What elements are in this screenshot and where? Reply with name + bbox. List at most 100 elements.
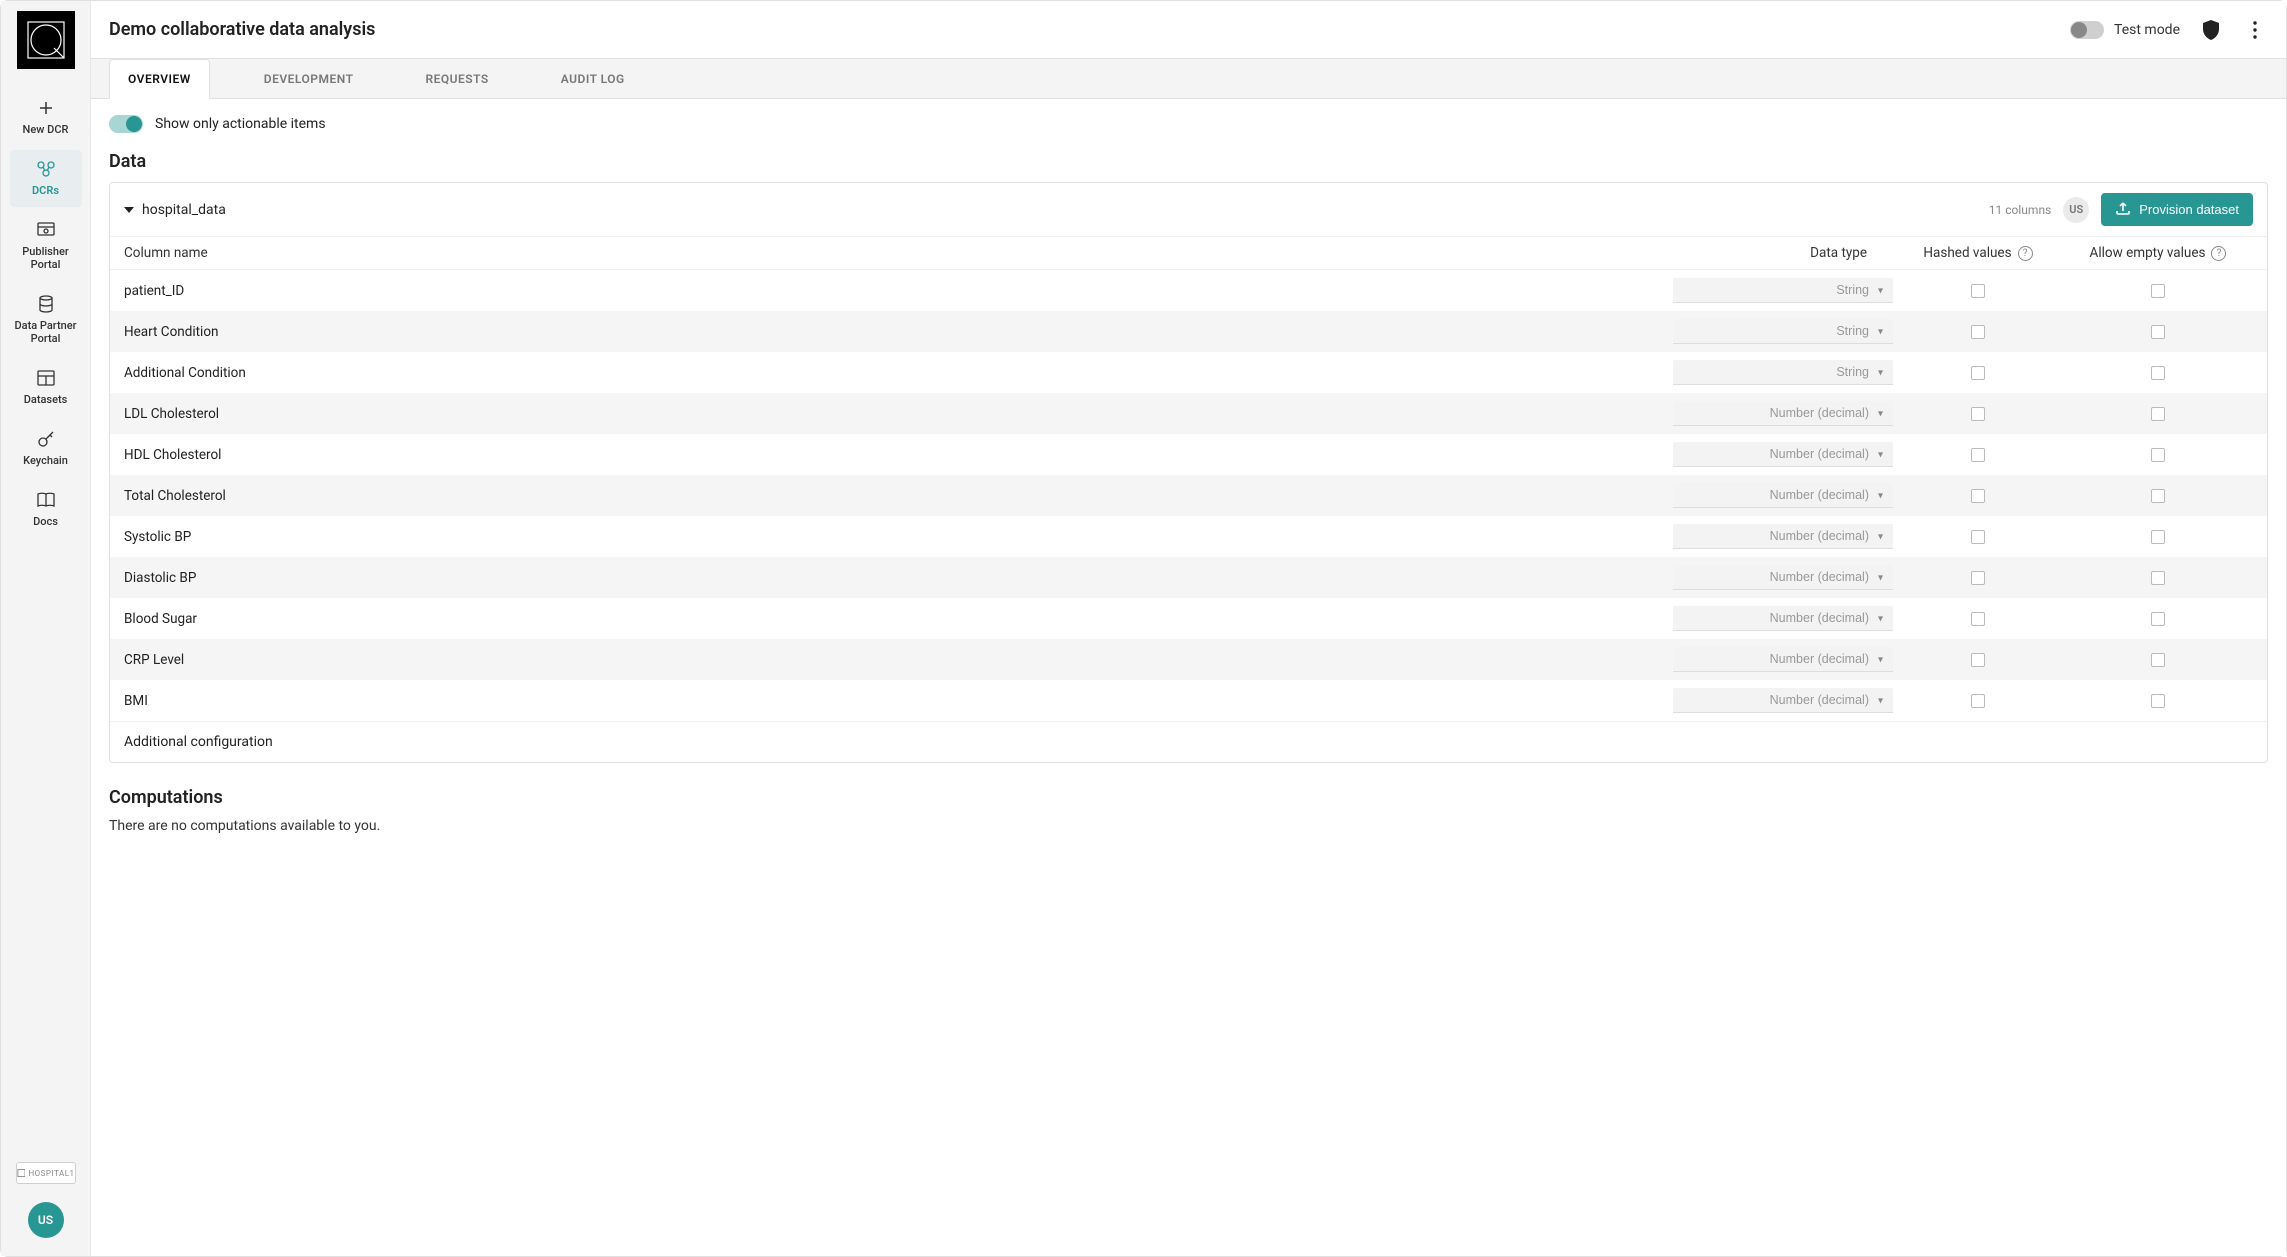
data-type-cell: ▾: [1673, 401, 1893, 426]
table-row: Additional Condition▾: [110, 352, 2267, 393]
tab-label: OVERVIEW: [128, 72, 191, 86]
hashed-checkbox[interactable]: [1971, 284, 1985, 298]
nav-label: DCRs: [32, 184, 59, 197]
data-type-select[interactable]: [1673, 442, 1893, 467]
dataset-card: hospital_data 11 columns US Provision da…: [109, 182, 2268, 763]
data-type-cell: ▾: [1673, 278, 1893, 303]
owner-chip[interactable]: US: [2063, 197, 2089, 223]
tab-label: DEVELOPMENT: [264, 72, 354, 86]
tab-requests[interactable]: REQUESTS: [407, 59, 506, 98]
filter-row: Show only actionable items: [109, 115, 2268, 133]
table-header-row: Column name Data type Hashed values ? Al…: [110, 236, 2267, 270]
allow-empty-checkbox[interactable]: [2151, 448, 2165, 462]
data-type-cell: ▾: [1673, 524, 1893, 549]
column-name-cell: Blood Sugar: [124, 611, 1673, 627]
test-mode-toggle[interactable]: Test mode: [2070, 21, 2180, 39]
hashed-checkbox[interactable]: [1971, 571, 1985, 585]
nav-label: Datasets: [24, 393, 68, 406]
actionable-label: Show only actionable items: [155, 116, 326, 132]
data-section-title: Data: [109, 151, 2268, 172]
data-type-select[interactable]: [1673, 647, 1893, 672]
privacy-shield-button[interactable]: [2198, 17, 2224, 43]
allow-empty-cell: [2063, 284, 2253, 298]
allow-empty-checkbox[interactable]: [2151, 489, 2165, 503]
column-name-cell: CRP Level: [124, 652, 1673, 668]
columns-table: Column name Data type Hashed values ? Al…: [110, 236, 2267, 721]
data-type-select[interactable]: [1673, 360, 1893, 385]
toggle-switch[interactable]: [2070, 21, 2104, 39]
col-header-type: Data type: [1673, 245, 1893, 261]
nav-new-dcr[interactable]: New DCR: [10, 89, 82, 146]
data-type-select[interactable]: [1673, 524, 1893, 549]
dcr-icon: [36, 158, 56, 180]
help-icon[interactable]: ?: [2211, 246, 2226, 261]
allow-empty-cell: [2063, 366, 2253, 380]
user-avatar[interactable]: US: [28, 1202, 64, 1238]
tab-audit-log[interactable]: AUDIT LOG: [543, 59, 643, 98]
page-title: Demo collaborative data analysis: [109, 19, 375, 40]
column-name-cell: patient_ID: [124, 283, 1673, 299]
hashed-checkbox[interactable]: [1971, 653, 1985, 667]
tab-development[interactable]: DEVELOPMENT: [246, 59, 372, 98]
additional-configuration[interactable]: Additional configuration: [110, 721, 2267, 762]
nav-label: Keychain: [23, 454, 68, 467]
actionable-toggle[interactable]: [109, 115, 143, 133]
more-menu-button[interactable]: [2242, 17, 2268, 43]
data-type-select[interactable]: [1673, 688, 1893, 713]
allow-empty-cell: [2063, 694, 2253, 708]
allow-empty-checkbox[interactable]: [2151, 530, 2165, 544]
nav-dcrs[interactable]: DCRs: [10, 150, 82, 207]
data-type-select[interactable]: [1673, 565, 1893, 590]
column-name-cell: LDL Cholesterol: [124, 406, 1673, 422]
column-name-cell: Total Cholesterol: [124, 488, 1673, 504]
book-icon: [37, 489, 55, 511]
allow-empty-checkbox[interactable]: [2151, 366, 2165, 380]
hashed-checkbox[interactable]: [1971, 694, 1985, 708]
hashed-checkbox[interactable]: [1971, 407, 1985, 421]
org-badge[interactable]: HOSPITAL1: [16, 1162, 76, 1184]
hashed-checkbox[interactable]: [1971, 325, 1985, 339]
hashed-checkbox[interactable]: [1971, 489, 1985, 503]
data-type-select[interactable]: [1673, 483, 1893, 508]
hashed-checkbox[interactable]: [1971, 366, 1985, 380]
table-row: Systolic BP▾: [110, 516, 2267, 557]
nav-docs[interactable]: Docs: [10, 481, 82, 538]
tab-overview[interactable]: OVERVIEW: [109, 59, 210, 99]
database-icon: [38, 293, 54, 315]
allow-empty-checkbox[interactable]: [2151, 694, 2165, 708]
dataset-card-header: hospital_data 11 columns US Provision da…: [110, 183, 2267, 236]
nav-keychain[interactable]: Keychain: [10, 420, 82, 477]
sidebar: New DCR DCRs Publisher Portal: [1, 1, 91, 1256]
help-icon[interactable]: ?: [2018, 246, 2033, 261]
nav-publisher-portal[interactable]: Publisher Portal: [10, 211, 82, 281]
data-type-select[interactable]: [1673, 278, 1893, 303]
allow-empty-checkbox[interactable]: [2151, 284, 2165, 298]
allow-empty-checkbox[interactable]: [2151, 571, 2165, 585]
table-row: HDL Cholesterol▾: [110, 434, 2267, 475]
hashed-checkbox[interactable]: [1971, 612, 1985, 626]
allow-empty-checkbox[interactable]: [2151, 407, 2165, 421]
data-type-cell: ▾: [1673, 319, 1893, 344]
app-logo[interactable]: [17, 11, 75, 69]
data-type-select[interactable]: [1673, 319, 1893, 344]
allow-empty-checkbox[interactable]: [2151, 612, 2165, 626]
nav-datasets[interactable]: Datasets: [10, 359, 82, 416]
data-type-cell: ▾: [1673, 688, 1893, 713]
table-row: Heart Condition▾: [110, 311, 2267, 352]
hashed-checkbox[interactable]: [1971, 448, 1985, 462]
col-header-hashed: Hashed values ?: [1893, 245, 2063, 261]
allow-empty-cell: [2063, 489, 2253, 503]
allow-empty-cell: [2063, 530, 2253, 544]
provision-dataset-button[interactable]: Provision dataset: [2101, 193, 2253, 226]
nav-label: Docs: [33, 515, 58, 528]
nav-label: Data Partner Portal: [12, 319, 80, 345]
allow-empty-checkbox[interactable]: [2151, 325, 2165, 339]
hashed-checkbox[interactable]: [1971, 530, 1985, 544]
allow-empty-checkbox[interactable]: [2151, 653, 2165, 667]
data-type-select[interactable]: [1673, 401, 1893, 426]
dataset-expand-toggle[interactable]: hospital_data: [124, 202, 226, 218]
nav-data-partner-portal[interactable]: Data Partner Portal: [10, 285, 82, 355]
data-type-select[interactable]: [1673, 606, 1893, 631]
hashed-cell: [1893, 366, 2063, 380]
allow-empty-cell: [2063, 325, 2253, 339]
